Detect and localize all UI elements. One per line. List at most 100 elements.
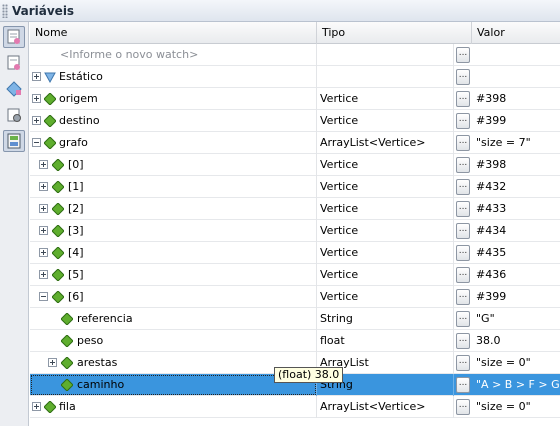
variable-name: [6]: [68, 290, 84, 303]
variable-name: destino: [59, 114, 100, 127]
new-watch-button[interactable]: [3, 52, 25, 74]
variable-name: [1]: [68, 180, 84, 193]
variable-name: [3]: [68, 224, 84, 237]
variables-table: Nome Tipo Valor <Informe o novo watch> .…: [30, 22, 560, 426]
ellipsis-button[interactable]: ...: [456, 333, 470, 349]
watch-icon: [7, 29, 20, 44]
table-row-element-1[interactable]: [1] Vertice ... #432: [30, 176, 560, 198]
collapse-toggle[interactable]: [39, 292, 48, 301]
ellipsis-button[interactable]: ...: [456, 157, 470, 173]
value-cell: 38.0: [476, 334, 501, 347]
expand-toggle[interactable]: [39, 248, 48, 257]
field-diamond-icon: [52, 159, 64, 171]
ellipsis-button[interactable]: ...: [456, 113, 470, 129]
value-cell: "size = 7": [476, 136, 531, 149]
ellipsis-button[interactable]: ...: [456, 267, 470, 283]
column-header-type[interactable]: Tipo: [317, 22, 472, 44]
table-row-grafo[interactable]: grafo ArrayList<Vertice> ... "size = 7": [30, 132, 560, 154]
field-diamond-icon: [52, 291, 64, 303]
expand-toggle[interactable]: [48, 358, 57, 367]
ellipsis-button[interactable]: ...: [456, 377, 470, 393]
value-cell: #398: [476, 158, 507, 171]
panel-title: Variáveis: [12, 3, 75, 18]
ellipsis-button[interactable]: ...: [456, 201, 470, 217]
field-diamond-icon: [52, 225, 64, 237]
type-cell: [317, 44, 454, 66]
field-diamond-icon: [52, 181, 64, 193]
ellipsis-button[interactable]: ...: [456, 311, 470, 327]
value-tooltip: (float) 38.0: [274, 367, 344, 383]
table-header: Nome Tipo Valor: [30, 22, 560, 44]
variable-name: peso: [77, 334, 104, 347]
column-header-name[interactable]: Nome: [30, 22, 317, 44]
table-row-referencia[interactable]: referencia String ... "G": [30, 308, 560, 330]
value-cell: "size = 0": [476, 356, 531, 369]
ellipsis-button[interactable]: ...: [456, 47, 470, 63]
ellipsis-button[interactable]: ...: [456, 179, 470, 195]
ellipsis-button[interactable]: ...: [456, 135, 470, 151]
field-diamond-icon: [52, 203, 64, 215]
table-row-element-5[interactable]: [5] Vertice ... #436: [30, 264, 560, 286]
drag-grip-icon[interactable]: [2, 3, 8, 18]
ellipsis-button[interactable]: ...: [456, 223, 470, 239]
expand-toggle[interactable]: [32, 72, 41, 81]
watch-toggle-button[interactable]: [3, 26, 25, 48]
type-cell: Vertice: [317, 198, 454, 220]
variable-name: [4]: [68, 246, 84, 259]
add-watch-button[interactable]: [3, 78, 25, 100]
ellipsis-button[interactable]: ...: [456, 289, 470, 305]
table-row-destino[interactable]: destino Vertice ... #399: [30, 110, 560, 132]
value-cell: [472, 66, 560, 88]
expand-toggle[interactable]: [39, 204, 48, 213]
field-diamond-icon: [61, 357, 73, 369]
type-cell: [317, 66, 454, 88]
new-watch-placeholder[interactable]: <Informe o novo watch>: [60, 44, 198, 66]
ellipsis-button[interactable]: ...: [456, 355, 470, 371]
expand-toggle[interactable]: [39, 160, 48, 169]
table-row-new-watch[interactable]: <Informe o novo watch> ...: [30, 44, 560, 66]
ellipsis-button[interactable]: ...: [456, 399, 470, 415]
variable-name: referencia: [77, 312, 133, 325]
type-cell: float: [317, 330, 454, 352]
table-row-origem[interactable]: origem Vertice ... #398: [30, 88, 560, 110]
expand-toggle[interactable]: [32, 116, 41, 125]
table-row-element-6[interactable]: [6] Vertice ... #399: [30, 286, 560, 308]
settings-button[interactable]: [3, 104, 25, 126]
table-row-peso[interactable]: peso float ... 38.0: [30, 330, 560, 352]
value-cell: [472, 44, 560, 66]
expand-toggle[interactable]: [32, 402, 41, 411]
ellipsis-button[interactable]: ...: [456, 91, 470, 107]
type-cell: Vertice: [317, 110, 454, 132]
settings-icon: [7, 108, 21, 122]
value-cell: #399: [476, 114, 507, 127]
type-cell: Vertice: [317, 176, 454, 198]
expand-toggle[interactable]: [39, 226, 48, 235]
value-cell: "G": [476, 312, 495, 325]
table-row-element-0[interactable]: [0] Vertice ... #398: [30, 154, 560, 176]
table-row-element-2[interactable]: [2] Vertice ... #433: [30, 198, 560, 220]
variable-name: arestas: [77, 356, 118, 369]
table-row-element-3[interactable]: [3] Vertice ... #434: [30, 220, 560, 242]
variable-name: [0]: [68, 158, 84, 171]
table-row-fila[interactable]: fila ArrayList<Vertice> ... "size = 0": [30, 396, 560, 418]
variable-name: [5]: [68, 268, 84, 281]
expand-toggle[interactable]: [39, 270, 48, 279]
type-cell: Vertice: [317, 242, 454, 264]
type-cell: Vertice: [317, 88, 454, 110]
table-row-static[interactable]: Estático ...: [30, 66, 560, 88]
watch-add-icon: [7, 55, 20, 70]
column-header-value[interactable]: Valor: [472, 22, 560, 44]
expand-toggle[interactable]: [32, 94, 41, 103]
ellipsis-button[interactable]: ...: [456, 245, 470, 261]
type-cell: ArrayList<Vertice>: [317, 132, 454, 154]
table-row-element-4[interactable]: [4] Vertice ... #435: [30, 242, 560, 264]
field-diamond-icon: [61, 313, 73, 325]
value-cell: "size = 0": [476, 400, 531, 413]
expand-toggle[interactable]: [39, 182, 48, 191]
field-diamond-icon: [61, 379, 73, 391]
variable-name: fila: [59, 400, 76, 413]
ellipsis-button[interactable]: ...: [456, 69, 470, 85]
variables-view-icon: [7, 133, 21, 149]
variables-view-button[interactable]: [3, 130, 25, 152]
collapse-toggle[interactable]: [32, 138, 41, 147]
